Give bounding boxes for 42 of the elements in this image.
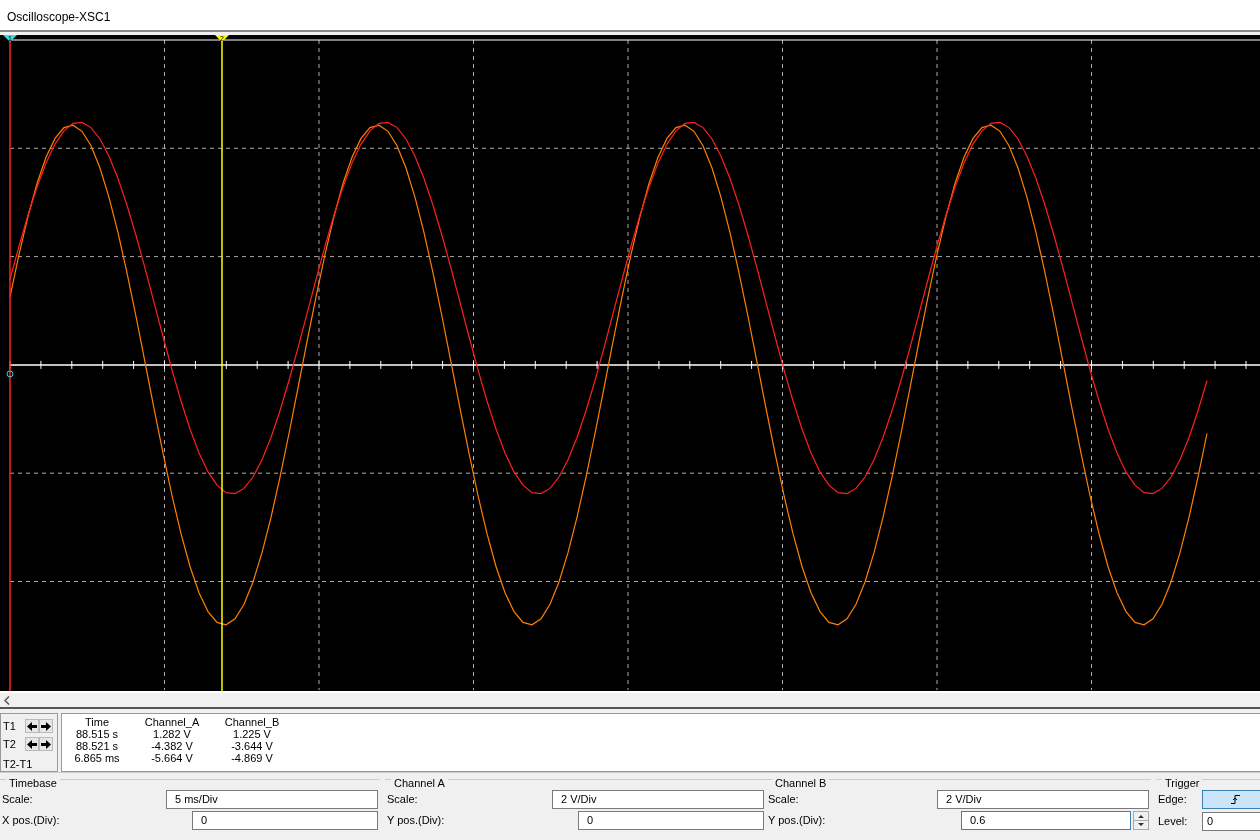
- ground-marker-icon: [6, 370, 14, 378]
- rising-edge-icon: [1230, 795, 1240, 804]
- input-field[interactable]: 0: [192, 811, 378, 830]
- field-label: Edge:: [1158, 792, 1188, 808]
- field-label: X pos.(Div):: [2, 813, 61, 829]
- field-label: Y pos.(Div):: [387, 813, 446, 829]
- cursor-row-label: T1: [3, 718, 17, 734]
- cursor-row-label: T2-T1: [3, 756, 33, 772]
- table-cell-text: 6.865 ms: [73, 752, 121, 764]
- right-arrow-button[interactable]: [39, 719, 53, 733]
- field-label: Level:: [1158, 814, 1189, 830]
- input-field[interactable]: 5 ms/Div: [166, 790, 378, 809]
- field-label: Y pos.(Div):: [768, 813, 827, 829]
- column-header: Channel_B: [223, 716, 281, 728]
- input-field[interactable]: 0: [1202, 812, 1260, 831]
- edge-button[interactable]: [1202, 790, 1260, 809]
- input-field[interactable]: 2 V/Div: [552, 790, 764, 809]
- field-label: Scale:: [768, 792, 800, 808]
- cursor-marker[interactable]: [3, 35, 17, 691]
- table-cell-text: -4.869 V: [230, 752, 274, 764]
- table-cell-text: 1.282 V: [152, 728, 192, 740]
- field-label: Scale:: [2, 792, 34, 808]
- left-arrow-button[interactable]: [25, 719, 39, 733]
- table-cell-text: 88.515 s: [74, 728, 120, 740]
- window-title: Oscilloscope-XSC1: [0, 0, 1260, 32]
- table-cell-text: -4.382 V: [150, 740, 194, 752]
- table-cell-text: 88.521 s: [74, 740, 120, 752]
- input-field[interactable]: 0: [578, 811, 764, 830]
- column-header: Time: [83, 716, 110, 728]
- input-field[interactable]: 2 V/Div: [937, 790, 1149, 809]
- cursor-row-label: T2: [3, 736, 17, 752]
- spinner-control[interactable]: [1133, 811, 1149, 830]
- right-arrow-button[interactable]: [39, 737, 53, 751]
- scroll-left-icon[interactable]: [4, 695, 10, 705]
- input-field[interactable]: 0.6: [961, 811, 1131, 830]
- table-cell-text: -5.664 V: [150, 752, 194, 764]
- cursor-marker[interactable]: [215, 35, 229, 691]
- column-header: Channel_A: [143, 716, 201, 728]
- table-cell-text: -3.644 V: [230, 740, 274, 752]
- field-label: Scale:: [387, 792, 419, 808]
- left-arrow-button[interactable]: [25, 737, 39, 751]
- table-cell-text: 1.225 V: [232, 728, 272, 740]
